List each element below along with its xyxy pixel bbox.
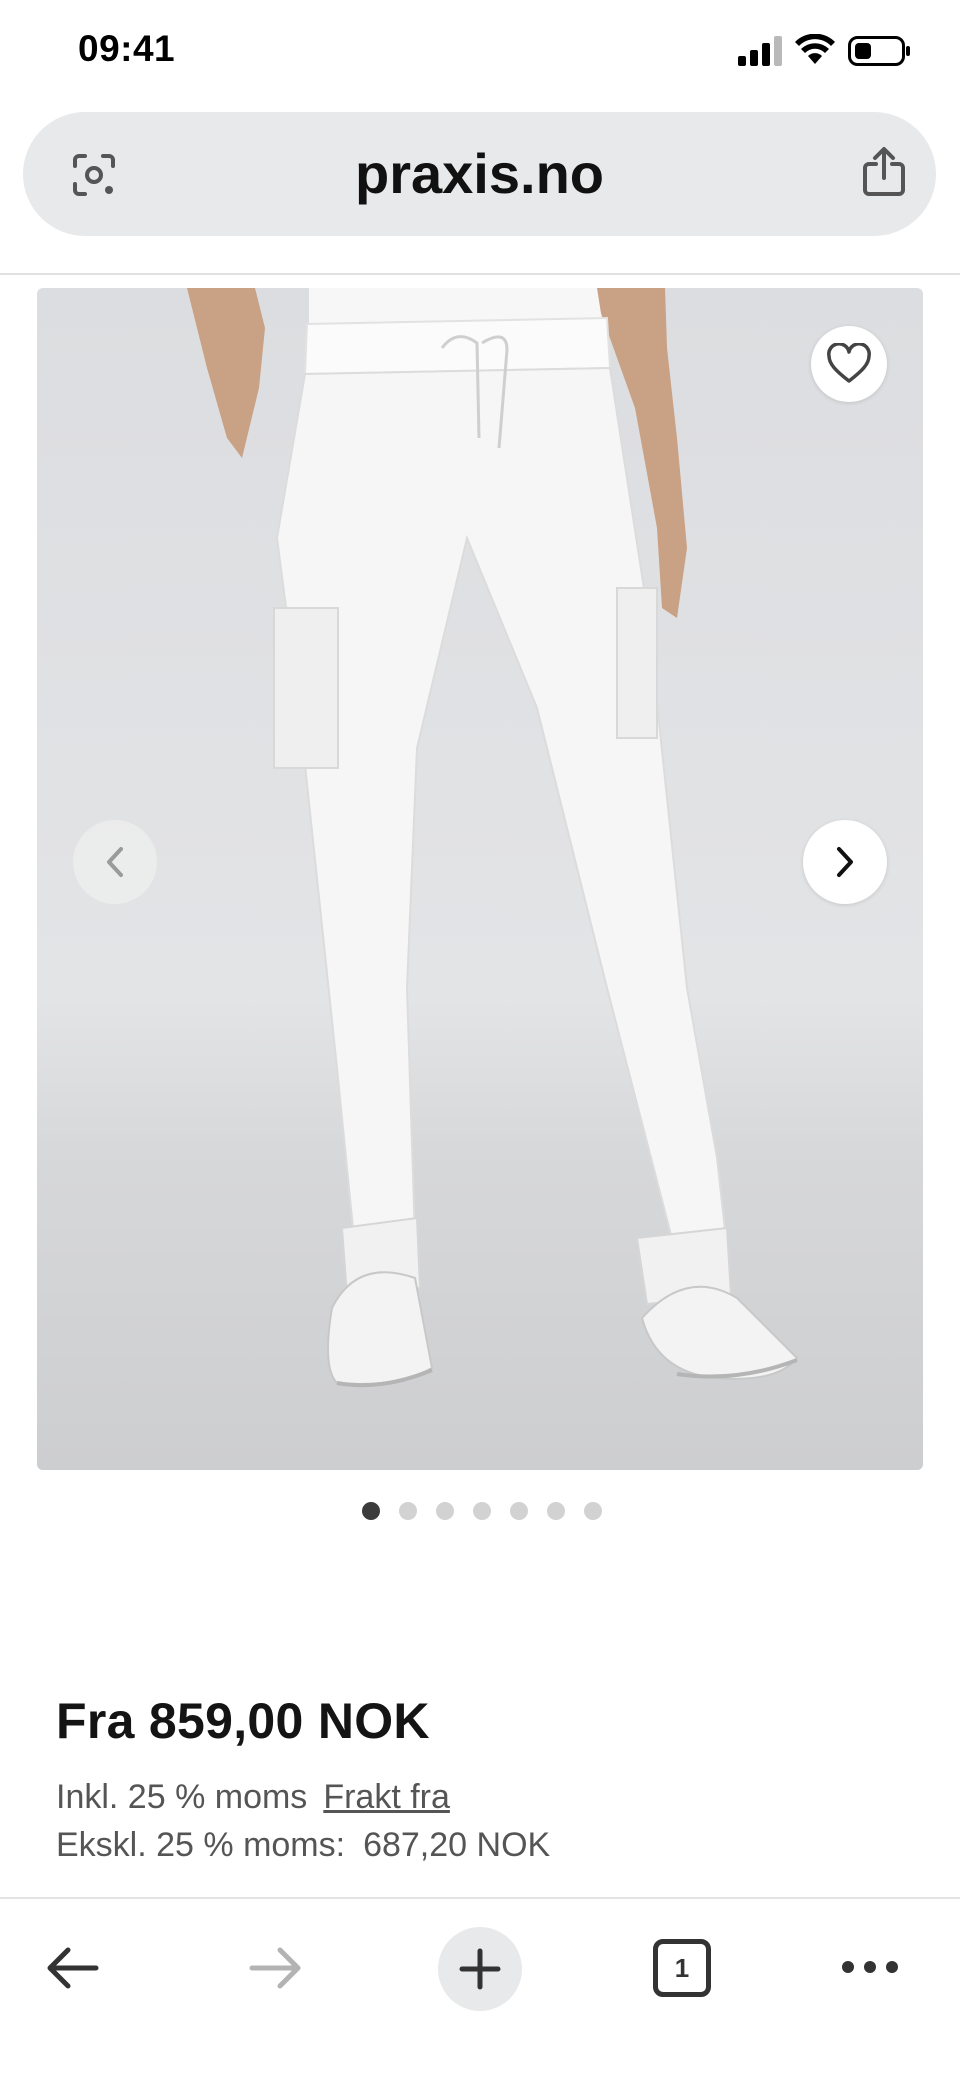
favorite-button[interactable] (811, 326, 887, 402)
vat-excluded-line: Ekskl. 25 % moms: 687,20 NOK (56, 1826, 550, 1865)
browser-toolbar: 1 (0, 1897, 960, 2078)
chevron-right-icon (837, 847, 853, 877)
signal-icon (738, 36, 782, 66)
wifi-icon (795, 34, 835, 64)
vat-excluded-label: Ekskl. 25 % moms: (56, 1826, 346, 1864)
arrow-left-icon[interactable] (42, 1943, 102, 1993)
shipping-link[interactable]: Frakt fra (323, 1778, 450, 1816)
url-text[interactable]: praxis.no (23, 112, 936, 236)
vat-included-line: Inkl. 25 % moms Frakt fra (56, 1778, 450, 1817)
status-bar: 09:41 (0, 0, 960, 104)
carousel-dot[interactable] (436, 1502, 454, 1520)
tabs-icon[interactable]: 1 (653, 1939, 711, 1997)
carousel-next-button[interactable] (803, 820, 887, 904)
carousel-dot[interactable] (547, 1502, 565, 1520)
carousel-dot[interactable] (362, 1502, 380, 1520)
new-tab-button[interactable] (438, 1927, 522, 2011)
product-image[interactable] (37, 288, 923, 1470)
vat-included-text: Inkl. 25 % moms (56, 1778, 308, 1816)
vat-excluded-value: 687,20 NOK (363, 1826, 551, 1864)
more-icon[interactable] (840, 1947, 900, 1987)
heart-icon (827, 343, 871, 383)
arrow-right-icon[interactable] (246, 1943, 306, 1993)
carousel-dot[interactable] (584, 1502, 602, 1520)
carousel-dot[interactable] (399, 1502, 417, 1520)
product-photo (187, 288, 799, 1388)
carousel-dot[interactable] (510, 1502, 528, 1520)
battery-icon (848, 36, 910, 66)
chevron-left-icon (107, 847, 123, 877)
header-divider (0, 273, 960, 275)
carousel-prev-button[interactable] (73, 820, 157, 904)
product-price: Fra 859,00 NOK (56, 1693, 430, 1749)
carousel-dot[interactable] (473, 1502, 491, 1520)
share-icon[interactable] (861, 146, 907, 198)
carousel-dots (0, 1502, 960, 1524)
status-time: 09:41 (78, 28, 176, 69)
plus-icon (459, 1948, 501, 1990)
address-bar[interactable]: praxis.no (23, 112, 936, 236)
